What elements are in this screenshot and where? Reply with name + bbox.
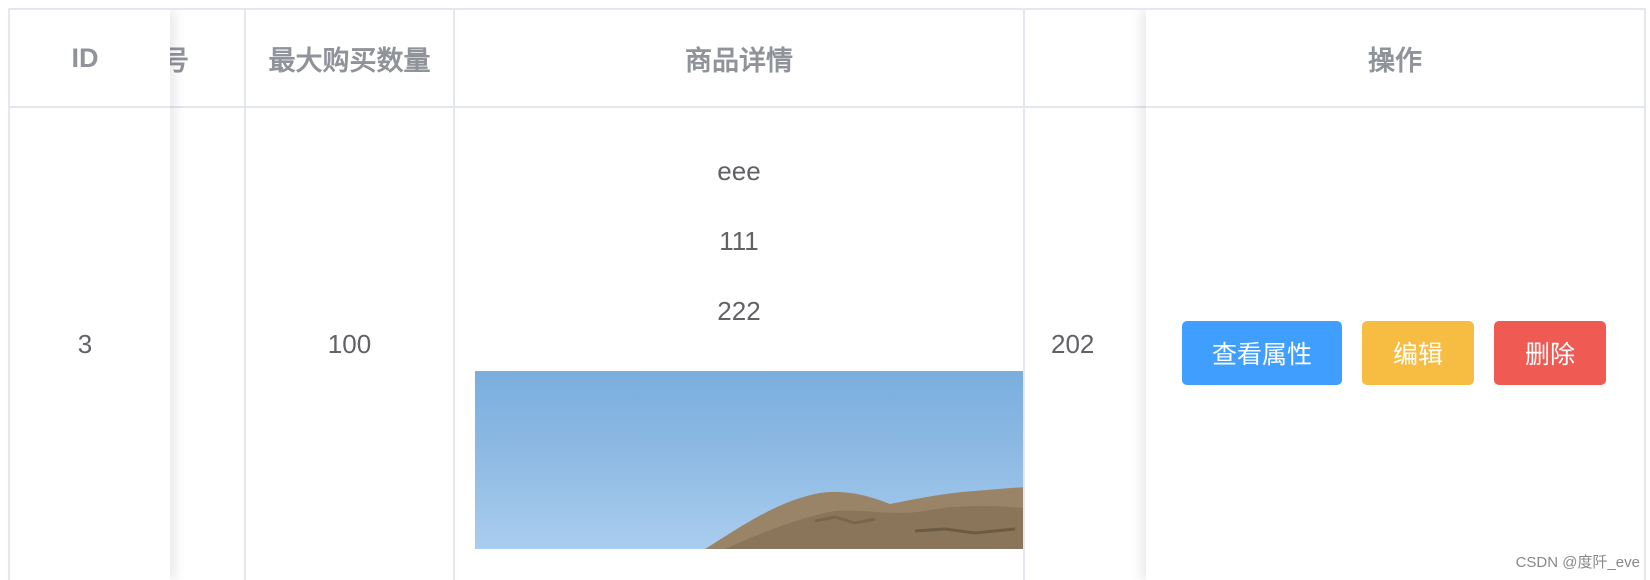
header-label: 最大购买数量 xyxy=(268,45,431,76)
edit-button[interactable]: 编辑 xyxy=(1362,321,1474,385)
cell-value: 202 xyxy=(1051,328,1095,359)
delete-button[interactable]: 删除 xyxy=(1494,321,1606,385)
cell-product-details: eee 111 222 xyxy=(455,108,1023,580)
cell-date: 202 xyxy=(1025,108,1125,580)
view-attributes-button[interactable]: 查看属性 xyxy=(1182,321,1342,385)
cell-value: 3 xyxy=(77,328,93,359)
cell-id: 3 xyxy=(10,108,160,580)
header-product-code: 号 xyxy=(160,10,244,106)
product-table: 号 最大购买数量 商品详情 100 eee 111 222 202 ID 3 操… xyxy=(8,8,1646,580)
header-label: 操作 xyxy=(1368,45,1422,76)
cell-value: 100 xyxy=(327,328,372,359)
detail-line: 222 xyxy=(717,296,761,326)
product-detail-image xyxy=(475,371,1023,549)
fixed-left-column: ID 3 xyxy=(10,10,170,580)
mountain-landscape xyxy=(705,487,1023,549)
fixed-right-column: 操作 查看属性 编辑 删除 xyxy=(1146,10,1644,580)
header-max-quantity: 最大购买数量 xyxy=(246,10,453,106)
cell-max-quantity: 100 xyxy=(246,108,453,580)
header-label: 商品详情 xyxy=(685,45,793,76)
header-id: ID xyxy=(10,10,160,106)
detail-line: 111 xyxy=(719,226,759,256)
header-divider xyxy=(1146,106,1644,108)
header-label: ID xyxy=(71,42,99,73)
header-product-details: 商品详情 xyxy=(455,10,1023,106)
detail-line: eee xyxy=(717,156,761,186)
header-actions: 操作 xyxy=(1146,10,1644,106)
watermark: CSDN @度阡_eve xyxy=(1515,554,1640,571)
